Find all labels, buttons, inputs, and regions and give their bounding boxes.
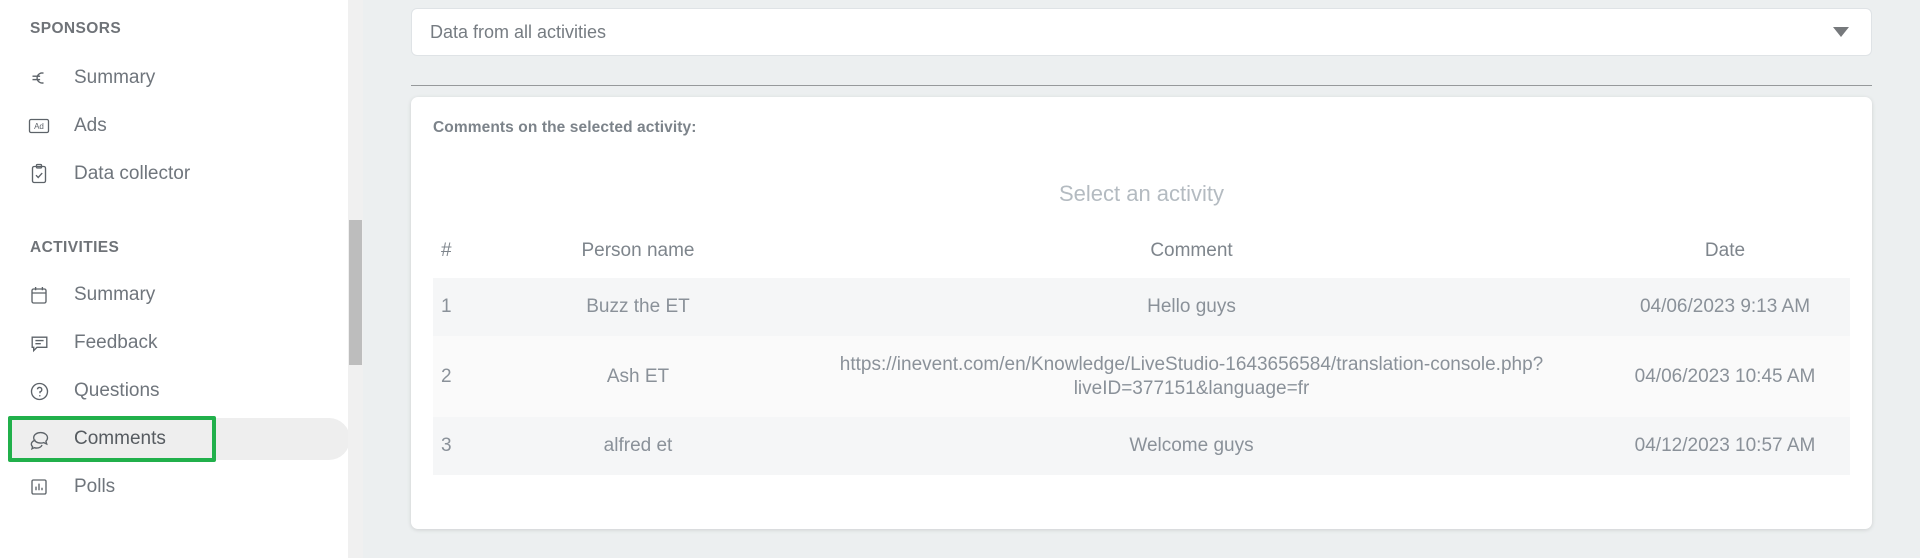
table-row[interactable]: 2 Ash ET https://inevent.com/en/Knowledg… <box>433 335 1850 418</box>
comments-table: # Person name Comment Date 1 Buzz the ET… <box>433 240 1850 475</box>
table-header-row: # Person name Comment Date <box>433 240 1850 278</box>
comments-card: Comments on the selected activity: Selec… <box>411 97 1872 529</box>
ad-badge-icon: Ad <box>26 113 52 139</box>
sidebar-item-label: Ads <box>74 115 107 136</box>
table-row[interactable]: 3 alfred et Welcome guys 04/12/2023 10:5… <box>433 417 1850 475</box>
table-body: 1 Buzz the ET Hello guys 04/06/2023 9:13… <box>433 278 1850 475</box>
sidebar-scrollbar-track[interactable] <box>348 0 363 558</box>
sidebar-item-label: Data collector <box>74 163 191 184</box>
sidebar: SPONSORS Summary Ad Ads Data collector A… <box>0 0 363 558</box>
cell-person: Ash ET <box>606 365 670 387</box>
main-content: Data from all activities Comments on the… <box>363 0 1920 558</box>
sidebar-item-sponsors-summary[interactable]: Summary <box>0 54 363 102</box>
activity-filter-select[interactable]: Data from all activities <box>411 8 1872 56</box>
cell-comment: Welcome guys <box>1129 435 1254 457</box>
sidebar-item-questions[interactable]: Questions <box>0 367 363 415</box>
svg-text:Ad: Ad <box>34 122 44 131</box>
select-activity-hint: Select an activity <box>1058 181 1225 206</box>
cell-number: 3 <box>441 435 452 457</box>
sidebar-item-label: Comments <box>74 428 166 449</box>
column-header-date: Date <box>1704 240 1746 261</box>
column-header-person: Person name <box>581 240 695 261</box>
sidebar-item-comments[interactable]: Comments <box>0 415 363 463</box>
cell-person: Buzz the ET <box>586 296 690 317</box>
sidebar-item-label: Polls <box>74 476 116 497</box>
cell-date: 04/06/2023 9:13 AM <box>1639 296 1811 317</box>
sidebar-item-activities-summary[interactable]: Summary <box>0 271 363 319</box>
table-row[interactable]: 1 Buzz the ET Hello guys 04/06/2023 9:13… <box>433 278 1850 336</box>
sidebar-item-ads[interactable]: Ad Ads <box>0 102 363 150</box>
cell-number: 1 <box>441 296 452 317</box>
sidebar-group-title-activities: ACTIVITIES <box>30 239 120 256</box>
question-circle-icon <box>26 378 52 404</box>
sidebar-item-label: Feedback <box>74 332 158 353</box>
sidebar-item-label: Questions <box>74 380 160 401</box>
cell-date: 04/12/2023 10:57 AM <box>1634 435 1816 457</box>
table-header: # Person name Comment Date <box>433 240 1850 278</box>
cell-comment: https://inevent.com/en/Knowledge/LiveStu… <box>839 353 1544 399</box>
cell-number: 2 <box>441 365 452 387</box>
column-header-number: # <box>441 240 452 261</box>
bar-chart-icon <box>26 474 52 500</box>
sidebar-item-polls[interactable]: Polls <box>0 463 363 511</box>
cell-person: alfred et <box>603 435 673 457</box>
cell-comment: Hello guys <box>1147 296 1236 317</box>
sidebar-item-feedback[interactable]: Feedback <box>0 319 363 367</box>
app-root: SPONSORS Summary Ad Ads Data collector A… <box>0 0 1920 558</box>
card-title: Comments on the selected activity: <box>433 119 697 136</box>
sidebar-item-data-collector[interactable]: Data collector <box>0 150 363 198</box>
euro-icon <box>26 65 52 91</box>
clipboard-check-icon <box>26 161 52 187</box>
sidebar-item-label: Summary <box>74 284 156 305</box>
active-item-background <box>8 418 350 460</box>
section-divider <box>411 85 1872 86</box>
sidebar-group-title-sponsors: SPONSORS <box>30 20 122 37</box>
feedback-bubble-icon <box>26 330 52 356</box>
calendar-icon <box>26 282 52 308</box>
comments-bubbles-icon <box>26 426 52 452</box>
chevron-down-icon[interactable] <box>1833 27 1849 37</box>
sidebar-scrollbar-thumb[interactable] <box>349 220 362 365</box>
sidebar-item-label: Summary <box>74 67 156 88</box>
activity-filter-value: Data from all activities <box>430 21 607 42</box>
column-header-comment: Comment <box>1150 240 1233 261</box>
cell-date: 04/06/2023 10:45 AM <box>1634 365 1816 387</box>
